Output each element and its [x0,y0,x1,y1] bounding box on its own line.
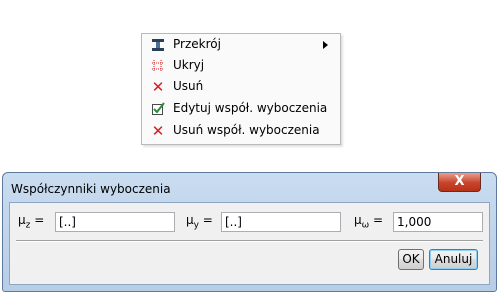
beam-section-icon [150,37,166,53]
menu-item-ukryj[interactable]: Ukryj [142,56,340,76]
mu-y-input[interactable] [221,212,341,232]
mu-z-label: μz = [18,213,45,231]
separator [16,240,483,242]
edit-checkbox-icon [150,101,166,117]
dialog-title: Współczynniki wyboczenia [11,182,171,196]
ok-button[interactable]: OK [398,249,424,270]
close-button[interactable]: X [438,173,481,192]
cancel-button[interactable]: Anuluj [429,249,478,270]
mu-y-label: μy = [186,213,213,231]
menu-item-edytuj-wspol[interactable]: Edytuj współ. wyboczenia [142,99,340,119]
menu-item-przekroj[interactable]: Przekrój [142,35,340,55]
menu-label: Przekrój [173,37,221,51]
menu-label: Usuń współ. wyboczenia [173,123,320,137]
menu-label: Ukryj [173,58,205,72]
mu-z-input[interactable] [55,212,175,232]
delete-x-icon: ✕ [151,122,165,140]
context-menu: Przekrój Ukryj ✕ Usuń Edytuj współ. wybo… [141,33,341,145]
menu-label: Edytuj współ. wyboczenia [173,101,328,115]
menu-label: Usuń [173,79,204,93]
mu-omega-input[interactable] [393,212,483,232]
hide-dotted-grid-icon [150,58,166,74]
delete-x-icon: ✕ [151,78,165,96]
menu-item-usun[interactable]: ✕ Usuń [142,77,340,97]
buckling-coefficients-dialog: Współczynniki wyboczenia X μz = μy = μω … [2,172,497,292]
submenu-arrow-icon [323,41,328,49]
mu-omega-label: μω = [354,213,384,231]
dialog-body: μz = μy = μω = OK Anuluj [9,202,490,285]
menu-item-usun-wspol[interactable]: ✕ Usuń współ. wyboczenia [142,121,340,141]
